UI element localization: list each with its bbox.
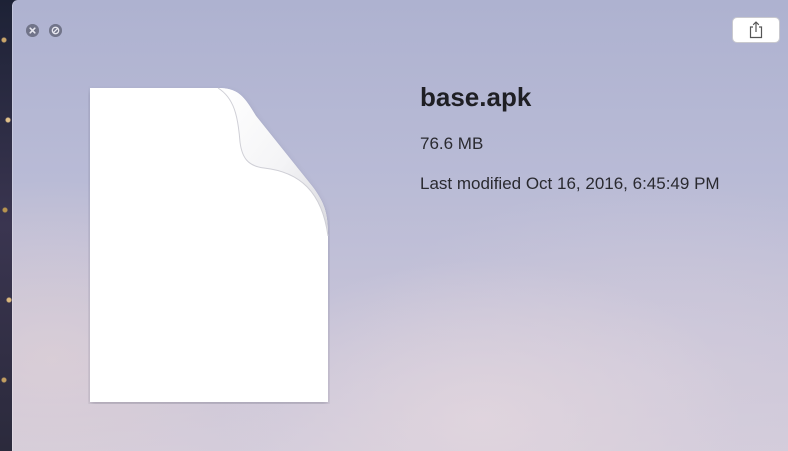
- last-modified: Last modified Oct 16, 2016, 6:45:49 PM: [420, 174, 720, 193]
- no-entry-icon: [49, 24, 62, 37]
- file-name: base.apk: [420, 82, 532, 112]
- fullscreen-toggle-button[interactable]: [49, 24, 62, 37]
- window-controls: [26, 24, 62, 37]
- document-icon: [88, 86, 330, 404]
- quick-look-window: base.apk 76.6 MB Last modified Oct 16, 2…: [12, 0, 788, 451]
- share-button[interactable]: [732, 17, 780, 43]
- close-button[interactable]: [26, 24, 39, 37]
- close-icon: [26, 24, 39, 37]
- file-size: 76.6 MB: [420, 134, 484, 153]
- share-icon: [749, 21, 763, 39]
